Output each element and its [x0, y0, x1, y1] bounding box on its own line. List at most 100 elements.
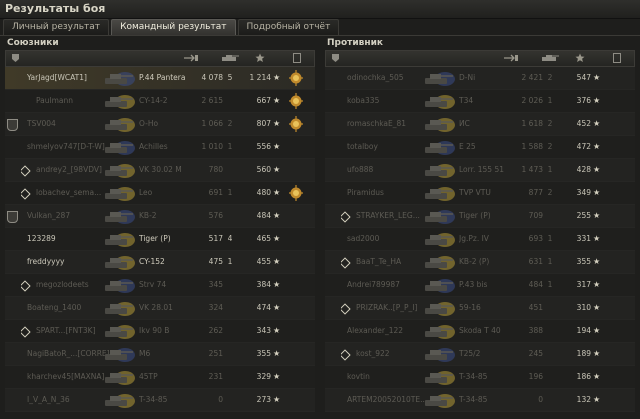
- tank-name: O-Ho: [139, 119, 159, 128]
- kills-value: 1: [547, 257, 553, 266]
- damage-value: 1 473: [521, 165, 543, 174]
- player-row[interactable]: Andrei789987 P.43 bis 484 1 317 ★: [325, 274, 635, 297]
- xp-star-icon: ★: [593, 142, 601, 151]
- damage-value: 1 618: [521, 119, 543, 128]
- tank-name: VK 30.02 M: [139, 165, 182, 174]
- xp-value: 807: [256, 119, 271, 128]
- xp-column-icon[interactable]: [575, 53, 585, 63]
- damage-column-icon[interactable]: [183, 53, 199, 63]
- damage-value: 0: [218, 395, 223, 404]
- player-row[interactable]: Vulkan_287 KB-2 576 484 ★: [5, 205, 315, 228]
- tank-icon: [421, 182, 457, 204]
- player-row[interactable]: sad2000 Jg.Pz. IV 693 1 331 ★: [325, 228, 635, 251]
- player-row[interactable]: Boateng_1400 VK 28.01 324 474 ★: [5, 297, 315, 320]
- player-row[interactable]: I_V_A_N_36 T-34-85 0 273 ★: [5, 389, 315, 412]
- tank-icon: [101, 67, 137, 89]
- player-row[interactable]: TSV004 O-Ho 1 066 2 807 ★: [5, 113, 315, 136]
- platoon-column-icon[interactable]: [11, 53, 20, 63]
- player-row[interactable]: shmelyov747[D-T-W] Achilles 1 010 1 556 ★: [5, 136, 315, 159]
- player-row[interactable]: andrey2_[98VDV] VK 30.02 M 780 560 ★: [5, 159, 315, 182]
- kills-value: 2: [547, 73, 553, 82]
- title-bar: Результаты боя: [0, 0, 640, 19]
- player-row[interactable]: lobachev_sema... Leo 691 1 480 ★: [5, 182, 315, 205]
- tank-name: P.43 bis: [459, 280, 488, 289]
- player-row[interactable]: kovtin T-34-85 196 186 ★: [325, 366, 635, 389]
- xp-star-icon: ★: [593, 280, 601, 289]
- tank-icon: [421, 113, 457, 135]
- player-row[interactable]: ufo888 Lorr. 155 51 1 473 1 428 ★: [325, 159, 635, 182]
- player-row[interactable]: YarJagd[WCAT1] P.44 Pantera 4 078 5 1 214 ★: [5, 67, 315, 90]
- player-row[interactable]: totalboy E 25 1 588 2 472 ★: [325, 136, 635, 159]
- xp-value: 480: [256, 188, 271, 197]
- player-row[interactable]: kharchev45[MAXNA] 45TP 231 329 ★: [5, 366, 315, 389]
- tab-bar: Личный результат Командный результат Под…: [3, 19, 341, 35]
- damage-value: 231: [208, 372, 223, 381]
- platoon-column-icon[interactable]: [331, 53, 340, 63]
- xp-value: 547: [576, 73, 591, 82]
- xp-value: 186: [576, 372, 591, 381]
- allies-column-header: [5, 50, 315, 67]
- player-row[interactable]: koba335 T34 2 026 1 376 ★: [325, 90, 635, 113]
- player-row[interactable]: ARTEM20052010TE... T-34-85 0 132 ★: [325, 389, 635, 412]
- xp-value: 465: [256, 234, 271, 243]
- allies-panel: Союзники YarJagd[WCAT1] P.44 Pantera 4 078…: [3, 36, 317, 419]
- tab-team-result[interactable]: Командный результат: [111, 19, 236, 35]
- kills-value: 1: [547, 280, 553, 289]
- damage-value: 0: [538, 395, 543, 404]
- kills-value: 5: [227, 73, 233, 82]
- tank-name: 45TP: [139, 372, 158, 381]
- player-row[interactable]: PRIZRAK..[P_P_I] 59-16 451 310 ★: [325, 297, 635, 320]
- tank-icon: [421, 251, 457, 273]
- tank-name: T-34-85: [139, 395, 168, 404]
- damage-value: 691: [208, 188, 223, 197]
- damage-column-icon[interactable]: [503, 53, 519, 63]
- squad-icon: [21, 320, 33, 345]
- tank-icon: [421, 320, 457, 342]
- tab-personal-result[interactable]: Личный результат: [3, 19, 110, 35]
- player-row[interactable]: romaschkaE_81 ИС 1 618 2 452 ★: [325, 113, 635, 136]
- player-row[interactable]: odinochka_505 D-Ni 2 421 2 547 ★: [325, 67, 635, 90]
- squad-icon: [341, 205, 353, 230]
- player-row[interactable]: STRAYKER_LEG... Tiger (P) 709 255 ★: [325, 205, 635, 228]
- damage-value: 475: [208, 257, 223, 266]
- tank-icon: [421, 205, 457, 227]
- damage-value: 2 026: [521, 96, 543, 105]
- damage-value: 1 066: [201, 119, 223, 128]
- tank-name: Tiger (P): [139, 234, 171, 243]
- tank-name: P.44 Pantera: [139, 73, 186, 82]
- player-row[interactable]: megozlodeets Strv 74 345 384 ★: [5, 274, 315, 297]
- player-row[interactable]: 123289 Tiger (P) 517 4 465 ★: [5, 228, 315, 251]
- damage-value: 693: [528, 234, 543, 243]
- tank-icon: [421, 343, 457, 365]
- player-row[interactable]: SPART...[FNT3K] Ikv 90 B 262 343 ★: [5, 320, 315, 343]
- kills-value: 2: [547, 119, 553, 128]
- player-row[interactable]: freddyyyy CY-152 475 1 455 ★: [5, 251, 315, 274]
- tank-name: Achilles: [139, 142, 168, 151]
- xp-value: 428: [576, 165, 591, 174]
- medals-column-icon[interactable]: [293, 53, 301, 63]
- xp-value: 472: [576, 142, 591, 151]
- player-row[interactable]: NagiBatoR_...[CORRE] M6 251 355 ★: [5, 343, 315, 366]
- kills-column-icon[interactable]: [219, 53, 241, 63]
- tank-name: T-34-85: [459, 395, 488, 404]
- xp-value: 384: [256, 280, 271, 289]
- tank-name: T-34-85: [459, 372, 488, 381]
- xp-star-icon: ★: [273, 119, 281, 128]
- player-row[interactable]: Paulmann CY-14-2 2 615 667 ★: [5, 90, 315, 113]
- damage-value: 324: [208, 303, 223, 312]
- player-row[interactable]: Piramidus TVP VTU 877 2 349 ★: [325, 182, 635, 205]
- xp-value: 455: [256, 257, 271, 266]
- xp-star-icon: ★: [593, 73, 601, 82]
- xp-column-icon[interactable]: [255, 53, 265, 63]
- xp-star-icon: ★: [593, 234, 601, 243]
- tab-detailed-report[interactable]: Подробный отчёт: [237, 19, 340, 35]
- damage-value: 262: [208, 326, 223, 335]
- player-row[interactable]: BaaT_Te_HA KB-2 (P) 631 1 355 ★: [325, 251, 635, 274]
- medals-column-icon[interactable]: [613, 53, 621, 63]
- xp-star-icon: ★: [273, 349, 281, 358]
- kills-column-icon[interactable]: [539, 53, 561, 63]
- player-row[interactable]: Alexander_122 Skoda T 40 388 194 ★: [325, 320, 635, 343]
- tank-name: M6: [139, 349, 151, 358]
- player-row[interactable]: kost_922 T25/2 245 189 ★: [325, 343, 635, 366]
- damage-value: 576: [208, 211, 223, 220]
